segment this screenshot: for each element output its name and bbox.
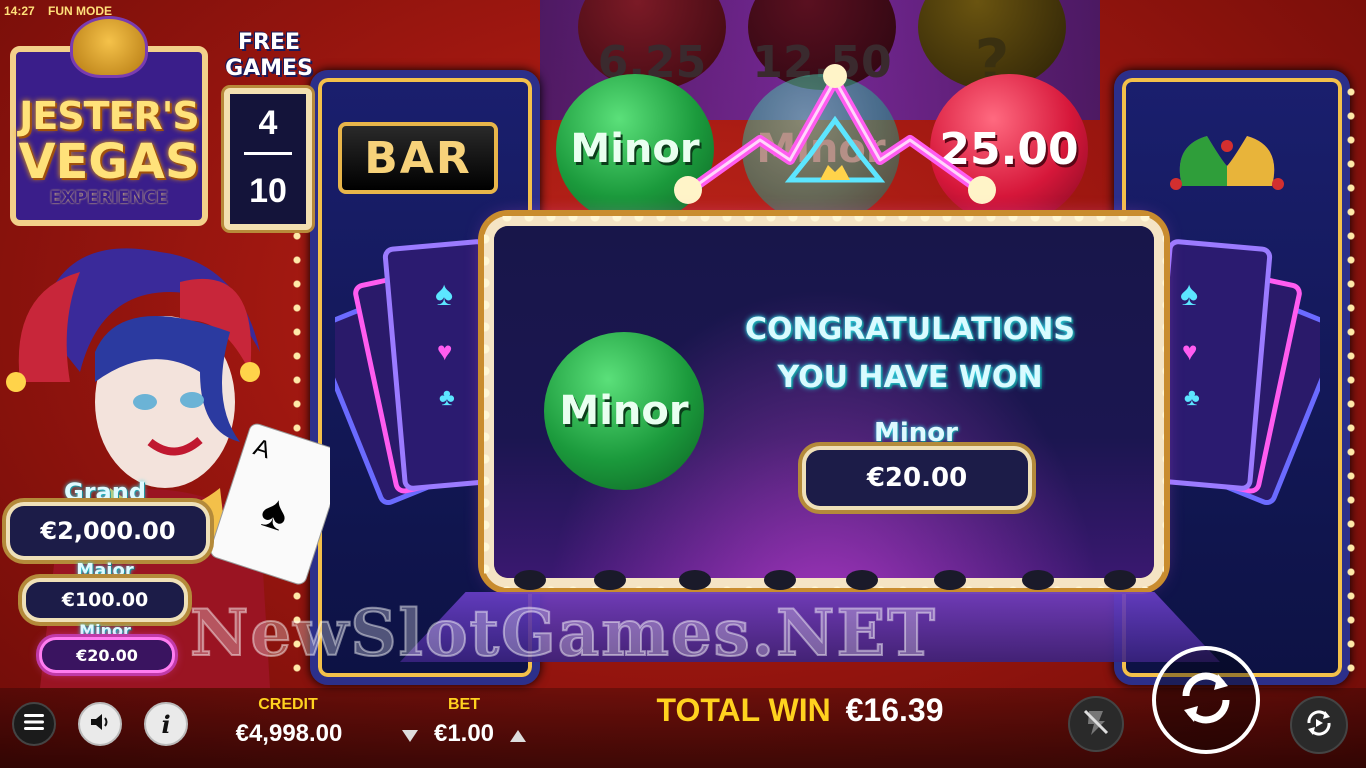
reel-symbol-bar-label: BAR [364, 132, 472, 184]
free-games-total: 10 [249, 172, 287, 210]
popup-title-line2: YOU HAVE WON [777, 360, 1043, 395]
turbo-off-icon [1081, 707, 1111, 742]
logo-line3: EXPERIENCE [49, 188, 169, 208]
game-logo: JESTER'S VEGAS EXPERIENCE [4, 16, 214, 230]
jackpot-grand-label: Grand [64, 478, 146, 506]
jackpot-minor-value: €20.00 [76, 645, 138, 665]
sound-icon [88, 711, 112, 738]
svg-text:♠: ♠ [1180, 275, 1198, 313]
neon-crown-icon [670, 60, 1000, 220]
jackpot-minor-box: €20.00 [42, 640, 172, 670]
svg-text:♥: ♥ [437, 336, 452, 366]
popup-title-line1: CONGRATULATIONS [745, 312, 1075, 347]
free-games-divider [244, 152, 292, 155]
triangle-down-icon [400, 730, 420, 748]
autoplay-button[interactable] [1290, 696, 1348, 754]
free-games-label-line2: GAMES [225, 56, 313, 81]
info-icon: i [161, 709, 171, 739]
free-games-current: 4 [258, 104, 278, 142]
total-win-label: TOTAL WIN [656, 692, 831, 728]
jackpot-grand-value: €2,000.00 [40, 517, 176, 545]
menu-button[interactable] [12, 702, 56, 746]
credit-label: CREDIT [258, 696, 318, 713]
popup-orb-minor: Minor [544, 332, 704, 490]
jackpot-major-value: €100.00 [61, 589, 149, 611]
neon-cards-left: ♠ ♥ ♣ [312, 235, 508, 565]
svg-text:♥: ♥ [1182, 336, 1197, 366]
popup-prize-value-box: €20.00 [806, 450, 1028, 506]
free-games-label-line1: FREE [237, 30, 301, 55]
svg-text:♣: ♣ [1184, 384, 1200, 411]
jackpot-minor-label: Minor [79, 621, 131, 640]
popup-orb-minor-label: Minor [559, 388, 689, 434]
turbo-button[interactable] [1068, 696, 1124, 752]
bet-label: BET [448, 696, 480, 713]
jester-mask-icon [70, 16, 148, 78]
logo-line2: VEGAS [18, 134, 200, 190]
watermark-text: NewSlotGames.NET [189, 595, 937, 672]
svg-text:♣: ♣ [439, 384, 455, 411]
spin-icon [1174, 666, 1238, 735]
autoplay-icon [1303, 707, 1335, 744]
bet-increase-button[interactable] [508, 728, 528, 746]
total-win-display: TOTAL WIN €16.39 [620, 692, 980, 729]
spin-button[interactable] [1152, 646, 1260, 754]
sound-button[interactable] [78, 702, 122, 746]
info-button[interactable]: i [144, 702, 188, 746]
bet-decrease-button[interactable] [400, 728, 420, 746]
jackpot-grand-box: €2,000.00 [10, 506, 206, 556]
total-win-value: €16.39 [845, 692, 944, 728]
jackpot-major-box: €100.00 [26, 582, 184, 618]
logo-line1: JESTER'S [19, 94, 200, 138]
popup-prize-label: Minor [874, 418, 958, 448]
free-games-label: FREE GAMES [214, 30, 324, 82]
bet-value: €1.00 [433, 720, 495, 747]
jackpot-major-label: Major [76, 560, 134, 581]
menu-icon [24, 713, 44, 736]
free-games-counter: FREE GAMES 4 10 [214, 30, 324, 230]
neon-cards-right: ♠ ♥ ♣ [1147, 235, 1343, 565]
reel-symbol-bar: BAR [338, 122, 498, 194]
credit-value: €4,998.00 [235, 720, 343, 747]
popup-title: CONGRATULATIONS YOU HAVE WON [720, 306, 1100, 402]
svg-text:♠: ♠ [435, 275, 453, 313]
popup-prize-value: €20.00 [866, 463, 968, 493]
triangle-up-icon [508, 730, 528, 748]
reel-right-lights [1344, 80, 1358, 680]
jester-hat-icon [1162, 126, 1292, 196]
